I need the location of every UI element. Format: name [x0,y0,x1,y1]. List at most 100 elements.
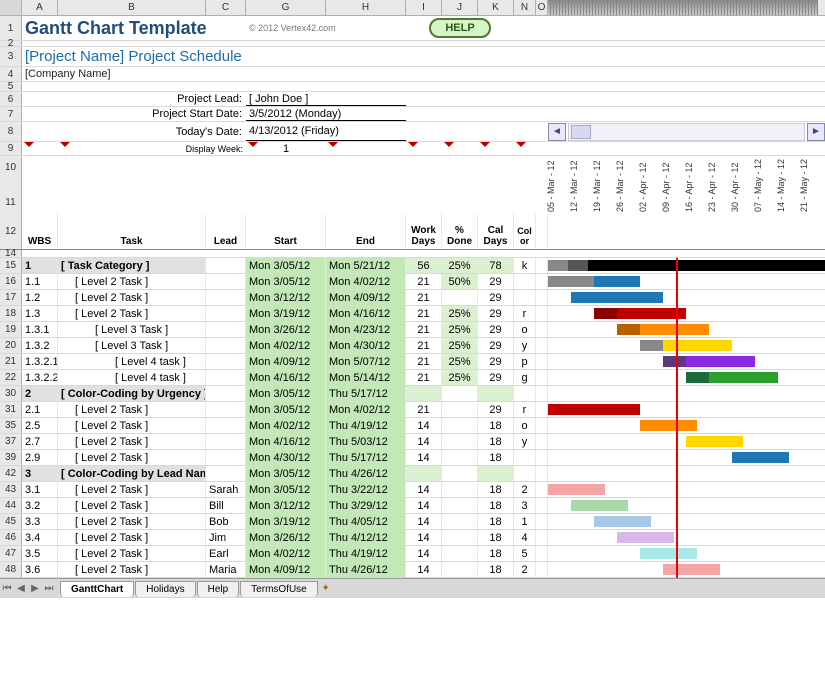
cell-lead[interactable] [206,306,246,321]
cell-task[interactable]: [ Level 2 Task ] [58,274,206,289]
cell-start[interactable]: Mon 4/16/12 [246,434,326,449]
select-all-corner[interactable] [0,0,22,15]
cell-task[interactable]: [ Color-Coding by Lead Name ] [58,466,206,481]
cell-work[interactable]: 14 [406,434,442,449]
col-header-i[interactable]: I [406,0,442,15]
cell-wbs[interactable]: 3 [22,466,58,481]
row-num[interactable]: 21 [0,354,22,369]
cell-cal[interactable]: 29 [478,274,514,289]
cell-work[interactable]: 14 [406,450,442,465]
col-header-c[interactable]: C [206,0,246,15]
cell-pct[interactable]: 25% [442,354,478,369]
cell-task[interactable]: [ Task Category ] [58,258,206,273]
cell-cal[interactable]: 29 [478,402,514,417]
cell-pct[interactable] [442,386,478,401]
cell-end[interactable]: Thu 3/22/12 [326,482,406,497]
col-header-a[interactable]: A [22,0,58,15]
cell-task[interactable]: [ Level 2 Task ] [58,546,206,561]
col-header-o[interactable]: O [536,0,548,15]
cell-work[interactable]: 21 [406,290,442,305]
tab-next-icon[interactable]: ▶ [28,583,42,594]
cell-wbs[interactable]: 1 [22,258,58,273]
row-num[interactable]: 47 [0,546,22,561]
cell-end[interactable]: Thu 5/17/12 [326,386,406,401]
cell-cal[interactable]: 29 [478,322,514,337]
sheet-tab[interactable]: TermsOfUse [240,581,318,597]
col-header-k[interactable]: K [478,0,514,15]
cell-work[interactable]: 21 [406,322,442,337]
cell-color[interactable]: k [514,258,536,273]
cell-lead[interactable] [206,466,246,481]
cell-end[interactable]: Thu 4/19/12 [326,418,406,433]
cell-lead[interactable]: Sarah [206,482,246,497]
cell-wbs[interactable]: 3.2 [22,498,58,513]
cell-pct[interactable] [442,434,478,449]
cell-start[interactable]: Mon 3/26/12 [246,530,326,545]
cell-start[interactable]: Mon 3/05/12 [246,274,326,289]
cell-color[interactable] [514,450,536,465]
sheet-tab[interactable]: GanttChart [60,581,134,597]
cell-lead[interactable] [206,274,246,289]
cell-pct[interactable] [442,530,478,545]
cell-pct[interactable] [442,402,478,417]
new-sheet-icon[interactable]: ✦ [319,583,333,594]
cell-task[interactable]: [ Level 2 Task ] [58,482,206,497]
row-num-10[interactable]: 1011 [0,156,22,214]
cell-end[interactable]: Thu 5/03/12 [326,434,406,449]
cell-task[interactable]: [ Level 2 Task ] [58,306,206,321]
cell-end[interactable]: Thu 4/26/12 [326,466,406,481]
cell-work[interactable]: 21 [406,306,442,321]
cell-work[interactable]: 21 [406,402,442,417]
project-lead-value[interactable]: [ John Doe ] [246,92,406,106]
row-num[interactable]: 35 [0,418,22,433]
cell-end[interactable]: Mon 4/16/12 [326,306,406,321]
project-start-value[interactable]: 3/5/2012 (Monday) [246,107,406,121]
cell-wbs[interactable]: 3.5 [22,546,58,561]
cell-wbs[interactable]: 2.1 [22,402,58,417]
row-num[interactable]: 44 [0,498,22,513]
cell-color[interactable]: 4 [514,530,536,545]
row-num[interactable]: 15 [0,258,22,273]
cell-wbs[interactable]: 2.9 [22,450,58,465]
cell-task[interactable]: [ Level 4 task ] [58,354,206,369]
cell-lead[interactable] [206,322,246,337]
cell-work[interactable]: 56 [406,258,442,273]
scroll-thumb[interactable] [571,125,591,139]
cell-task[interactable]: [ Level 2 Task ] [58,514,206,529]
cell-wbs[interactable]: 3.6 [22,562,58,577]
cell-start[interactable]: Mon 4/09/12 [246,562,326,577]
cell-task[interactable]: [ Level 2 Task ] [58,402,206,417]
cell-lead[interactable] [206,402,246,417]
row-num[interactable]: 18 [0,306,22,321]
cell-start[interactable]: Mon 3/12/12 [246,290,326,305]
display-week-value[interactable]: 1 [283,143,289,155]
cell-cal[interactable]: 29 [478,290,514,305]
cell-color[interactable]: o [514,322,536,337]
row-num-7[interactable]: 7 [0,107,22,121]
row-num[interactable]: 39 [0,450,22,465]
cell-lead[interactable]: Earl [206,546,246,561]
cell-lead[interactable] [206,450,246,465]
cell-pct[interactable] [442,418,478,433]
cell-lead[interactable]: Maria [206,562,246,577]
cell-start[interactable]: Mon 3/05/12 [246,466,326,481]
cell-cal[interactable]: 29 [478,306,514,321]
cell-lead[interactable]: Bill [206,498,246,513]
cell-work[interactable]: 14 [406,562,442,577]
cell-start[interactable]: Mon 4/16/12 [246,370,326,385]
cell-pct[interactable]: 25% [442,322,478,337]
cell-wbs[interactable]: 1.1 [22,274,58,289]
cell-pct[interactable] [442,450,478,465]
scroll-right-button[interactable]: ► [807,123,825,141]
cell-cal[interactable]: 18 [478,546,514,561]
cell-color[interactable]: 2 [514,482,536,497]
today-date-value[interactable]: 4/13/2012 (Friday) [246,122,406,141]
cell-start[interactable]: Mon 3/12/12 [246,498,326,513]
cell-task[interactable]: [ Level 3 Task ] [58,322,206,337]
cell-end[interactable]: Mon 5/21/12 [326,258,406,273]
cell-start[interactable]: Mon 4/02/12 [246,546,326,561]
row-num[interactable]: 20 [0,338,22,353]
cell-end[interactable]: Mon 4/23/12 [326,322,406,337]
cell-color[interactable]: 2 [514,562,536,577]
cell-start[interactable]: Mon 4/30/12 [246,450,326,465]
